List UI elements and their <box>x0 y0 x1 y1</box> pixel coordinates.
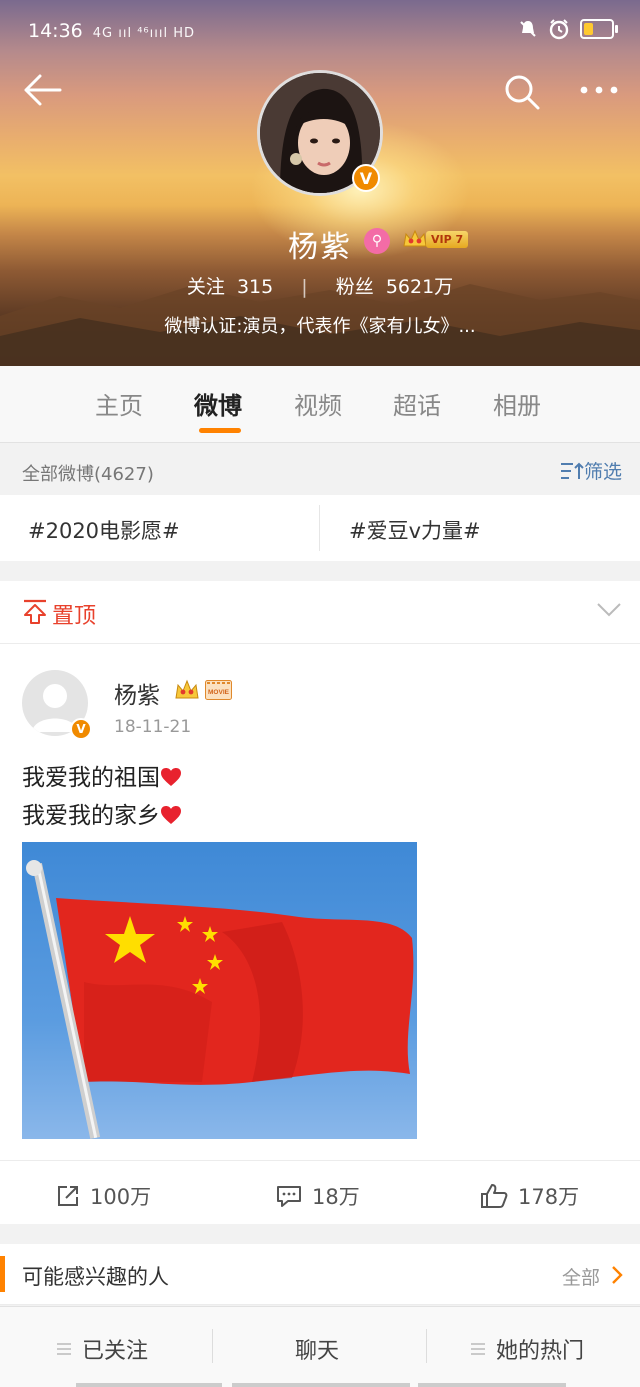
topic-row: #2020电影愿# #爱豆v力量# <box>0 495 640 561</box>
interest-label: 可能感兴趣的人 <box>22 1265 169 1289</box>
signal-indicator: 4G ııl ⁴⁶ıııl HD <box>92 26 195 41</box>
bottom-action-bar: 已关注 聊天 她的热门 <box>0 1306 640 1387</box>
crown-icon <box>175 679 199 699</box>
pin-top-icon <box>24 599 46 624</box>
mute-bell-icon <box>520 21 536 37</box>
filter-icon <box>560 462 584 479</box>
home-indicator <box>232 1383 410 1387</box>
vip-badge[interactable]: VIP 7 <box>402 228 469 250</box>
tab-home[interactable]: 主页 <box>95 386 143 421</box>
menu-lines-icon <box>471 1343 485 1355</box>
post-verified-badge: V <box>70 718 92 740</box>
share-icon <box>58 1186 78 1206</box>
topic-link-1[interactable]: #2020电影愿# <box>28 515 180 545</box>
post-author[interactable]: 杨紫 <box>114 676 160 710</box>
active-tab-indicator <box>199 428 241 433</box>
movie-badge-text: MOVIE <box>208 689 230 696</box>
view-all-link[interactable]: 全部 <box>562 1263 600 1290</box>
pinned-label: 置顶 <box>52 604 97 629</box>
home-indicator <box>76 1383 222 1387</box>
profile-header: 14:36 4G ııl ⁴⁶ıııl HD V 杨紫 ⚲ VIP 7 关注 31… <box>0 0 640 366</box>
chevron-right-icon[interactable] <box>610 1264 624 1286</box>
tab-supertopic[interactable]: 超话 <box>393 386 441 421</box>
tab-video[interactable]: 视频 <box>294 386 342 421</box>
thumbs-up-icon <box>481 1184 508 1208</box>
fans-link[interactable]: 粉丝 5621万 <box>336 276 453 298</box>
section-accent-bar <box>0 1256 5 1292</box>
followed-button[interactable]: 已关注 <box>56 1333 148 1365</box>
follow-stats: 关注 315 | 粉丝 5621万 <box>0 272 640 299</box>
battery-icon <box>580 19 618 39</box>
post-text-line-1: 我爱我的祖国 <box>22 758 182 792</box>
people-you-may-like: 可能感兴趣的人 全部 <box>0 1244 640 1305</box>
weibo-post: V 杨紫 MOVIE 18-11-21 我爱我的祖国 我爱我的家乡 100万 1… <box>0 644 640 1224</box>
status-time: 14:36 4G ııl ⁴⁶ıııl HD <box>28 20 195 42</box>
post-image-flag[interactable] <box>22 842 417 1139</box>
bottom-divider <box>212 1329 213 1363</box>
topic-link-2[interactable]: #爱豆v力量# <box>349 515 481 545</box>
vip-level: VIP 7 <box>426 230 469 248</box>
filter-bar: 全部微博(4627) 筛选 <box>0 443 640 495</box>
repost-button[interactable]: 100万 <box>56 1181 151 1211</box>
heart-emoji-icon <box>161 768 181 786</box>
heart-emoji-icon <box>161 806 181 824</box>
more-options-icon[interactable] <box>574 70 624 110</box>
stats-separator: | <box>301 276 308 298</box>
her-hot-button[interactable]: 她的热门 <box>470 1333 584 1365</box>
verification-text[interactable]: 微博认证:演员，代表作《家有儿女》... <box>0 312 640 338</box>
profile-name: 杨紫 <box>288 230 352 265</box>
post-text-line-2: 我爱我的家乡 <box>22 796 182 830</box>
profile-tabs: 主页 微博 视频 超话 相册 <box>0 366 640 443</box>
vip-crown-icon <box>403 229 427 247</box>
chat-button[interactable]: 聊天 <box>295 1333 339 1365</box>
post-date: 18-11-21 <box>114 717 192 737</box>
topic-divider <box>319 505 320 551</box>
post-actions: 100万 18万 178万 <box>0 1160 640 1225</box>
flag-image <box>26 860 414 1139</box>
home-indicator <box>418 1383 566 1387</box>
movie-badge-icon: MOVIE <box>205 680 232 700</box>
following-link[interactable]: 关注 315 <box>187 276 273 298</box>
status-icons <box>518 18 618 40</box>
menu-lines-icon <box>57 1343 71 1355</box>
filter-button[interactable]: 筛选 <box>560 457 622 484</box>
search-icon[interactable] <box>500 70 544 114</box>
bottom-divider <box>426 1329 427 1363</box>
back-arrow-icon[interactable] <box>20 70 64 110</box>
comment-button[interactable]: 18万 <box>276 1181 360 1211</box>
alarm-icon <box>549 19 569 40</box>
all-posts-count: 全部微博(4627) <box>22 464 154 485</box>
like-button[interactable]: 178万 <box>480 1181 579 1211</box>
verified-v-badge: V <box>352 164 380 192</box>
pinned-header[interactable]: 置顶 <box>0 581 640 644</box>
tab-weibo[interactable]: 微博 <box>194 386 242 421</box>
chevron-down-icon[interactable] <box>596 601 622 619</box>
tab-album[interactable]: 相册 <box>493 386 541 421</box>
pink-tag-icon[interactable]: ⚲ <box>364 228 390 254</box>
comment-icon <box>277 1186 301 1207</box>
